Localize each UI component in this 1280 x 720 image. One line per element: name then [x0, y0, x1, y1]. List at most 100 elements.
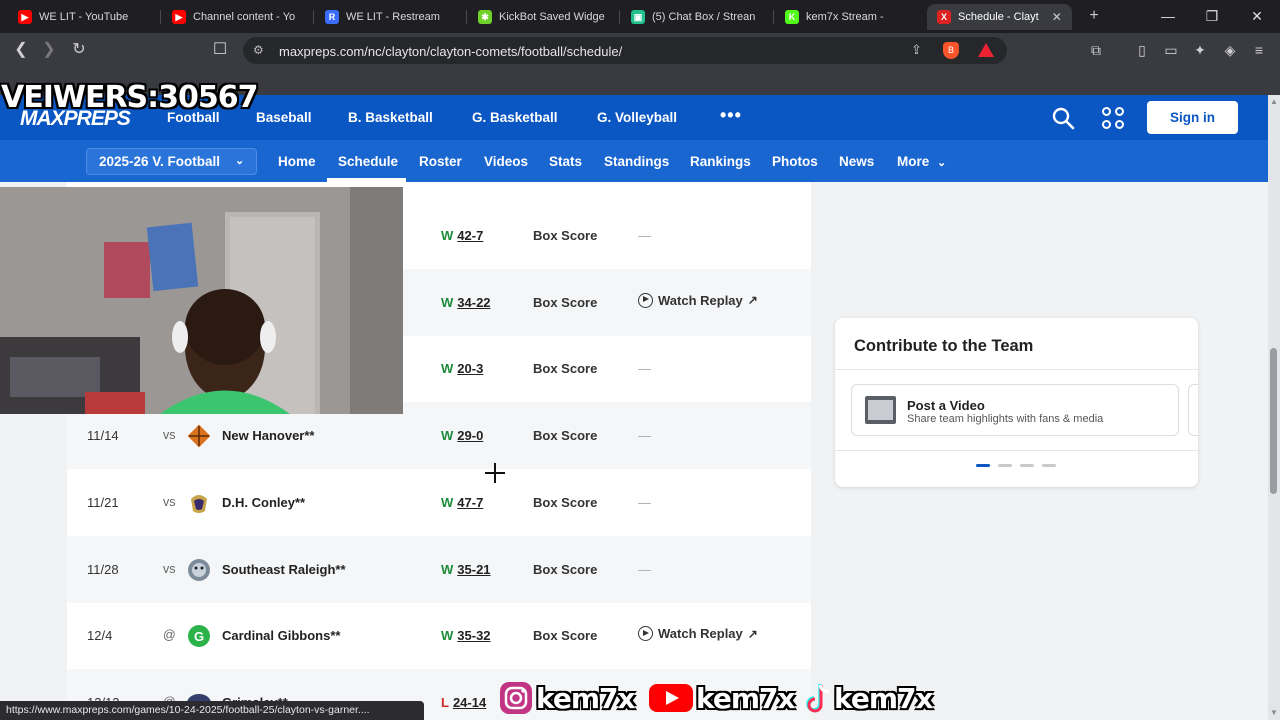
carousel-dot[interactable] — [1042, 464, 1056, 467]
kickbot-icon: ✱ — [478, 10, 492, 24]
scrollbar-thumb[interactable] — [1270, 348, 1277, 494]
browser-tab[interactable]: ▣ (5) Chat Box / Strean — [621, 4, 771, 30]
subnav-videos[interactable]: Videos — [484, 154, 528, 169]
subnav-schedule[interactable]: Schedule — [338, 154, 398, 169]
subnav-photos[interactable]: Photos — [772, 154, 818, 169]
opponent-logo-icon[interactable] — [185, 556, 213, 584]
box-score-link[interactable]: Box Score — [533, 562, 597, 577]
nav-baseball[interactable]: Baseball — [256, 110, 312, 125]
game-score-link[interactable]: 20-3 — [457, 361, 483, 376]
tab-title: kem7x Stream - — [806, 11, 884, 23]
next-option-card[interactable] — [1188, 384, 1198, 436]
tab-separator — [466, 10, 467, 24]
opponent-name[interactable]: New Hanover** — [222, 428, 314, 443]
video-thumbnail-icon — [865, 396, 896, 424]
game-score-link[interactable]: 24-14 — [453, 695, 486, 710]
win-loss-marker: W — [441, 494, 454, 510]
opponent-logo-icon[interactable]: G — [185, 622, 213, 650]
nav-girls-volleyball[interactable]: G. Volleyball — [597, 110, 677, 125]
watch-replay-link[interactable]: Watch Replay ↗ — [638, 626, 758, 642]
season-selector[interactable]: 2025-26 V. Football ⌄ — [86, 148, 257, 175]
subnav-standings[interactable]: Standings — [604, 154, 669, 169]
brave-shield-icon[interactable]: B — [943, 42, 959, 59]
address-bar[interactable]: ⚙ maxpreps.com/nc/clayton/clayton-comets… — [243, 37, 1007, 64]
home-away-indicator: vs — [163, 428, 176, 443]
screenshot-icon[interactable]: ⧉ — [1087, 41, 1105, 59]
sign-in-button[interactable]: Sign in — [1147, 101, 1238, 134]
apps-grid-icon[interactable] — [1102, 107, 1124, 129]
bookmark-icon[interactable]: ☐ — [209, 39, 231, 61]
subnav-home[interactable]: Home — [278, 154, 316, 169]
game-score-link[interactable]: 35-32 — [457, 628, 490, 643]
subnav-stats[interactable]: Stats — [549, 154, 582, 169]
vpn-icon[interactable]: ◈ — [1221, 41, 1239, 59]
site-info-icon[interactable]: ⚙ — [253, 43, 267, 57]
game-result[interactable]: W 35-32 — [441, 628, 491, 643]
scroll-down-arrow[interactable]: ▼ — [1269, 708, 1279, 718]
game-score-link[interactable]: 35-21 — [457, 562, 490, 577]
carousel-dot[interactable] — [1020, 464, 1034, 467]
close-tab-icon[interactable]: ✕ — [1052, 10, 1062, 24]
subnav-news[interactable]: News — [839, 154, 874, 169]
game-result[interactable]: L 24-14 — [441, 695, 486, 710]
subnav-roster[interactable]: Roster — [419, 154, 462, 169]
scroll-up-arrow[interactable]: ▲ — [1269, 97, 1279, 107]
game-result[interactable]: W 35-21 — [441, 562, 491, 577]
game-result[interactable]: W 20-3 — [441, 361, 483, 376]
opponent-name[interactable]: D.H. Conley** — [222, 495, 305, 510]
new-tab-button[interactable]: + — [1084, 6, 1104, 26]
subnav-more[interactable]: More ⌄ — [897, 154, 946, 169]
search-icon[interactable] — [1051, 106, 1075, 130]
sidebar-icon[interactable]: ▯ — [1133, 41, 1151, 59]
reload-button[interactable]: ↻ — [68, 39, 90, 61]
minimize-button[interactable]: — — [1154, 6, 1182, 26]
game-score-link[interactable]: 42-7 — [457, 228, 483, 243]
game-result[interactable]: W 47-7 — [441, 495, 483, 510]
opponent-name[interactable]: Southeast Raleigh** — [222, 562, 346, 577]
browser-tab[interactable]: ✱ KickBot Saved Widge — [468, 4, 618, 30]
nav-girls-basketball[interactable]: G. Basketball — [472, 110, 558, 125]
leo-ai-icon[interactable]: ✦ — [1191, 41, 1209, 59]
close-window-button[interactable]: ✕ — [1243, 6, 1271, 26]
back-button[interactable]: ❮ — [10, 39, 32, 61]
subnav-rankings[interactable]: Rankings — [690, 154, 751, 169]
game-date: 11/28 — [87, 561, 119, 577]
game-date: 11/14 — [87, 428, 119, 444]
nav-boys-basketball[interactable]: B. Basketball — [348, 110, 433, 125]
viewer-count-overlay: VEIWERS:30567 — [1, 80, 259, 115]
forward-button[interactable]: ❯ — [38, 39, 60, 61]
game-score-link[interactable]: 47-7 — [457, 495, 483, 510]
more-sports-button[interactable]: ••• — [720, 105, 742, 126]
wallet-icon[interactable]: ▭ — [1162, 41, 1180, 59]
brave-rewards-icon[interactable] — [978, 43, 994, 57]
box-score-link[interactable]: Box Score — [533, 628, 597, 643]
browser-tab[interactable]: R WE LIT - Restream — [315, 4, 465, 30]
opponent-name[interactable]: Cardinal Gibbons** — [222, 628, 340, 643]
box-score-link[interactable]: Box Score — [533, 295, 597, 310]
browser-tab[interactable]: ▶ WE LIT - YouTube — [8, 4, 158, 30]
carousel-dot[interactable] — [976, 464, 990, 467]
menu-icon[interactable]: ≡ — [1250, 41, 1268, 59]
browser-tab-strip: + — ❐ ✕ ▶ WE LIT - YouTube ▶ Channel conten… — [0, 0, 1280, 33]
box-score-link[interactable]: Box Score — [533, 495, 597, 510]
game-result[interactable]: W 29-0 — [441, 428, 483, 443]
box-score-link[interactable]: Box Score — [533, 428, 597, 443]
post-video-option[interactable]: Post a Video Share team highlights with … — [851, 384, 1179, 436]
box-score-link[interactable]: Box Score — [533, 361, 597, 376]
opponent-logo-icon[interactable] — [185, 422, 213, 450]
game-score-link[interactable]: 34-22 — [457, 295, 490, 310]
opponent-logo-icon[interactable] — [185, 489, 213, 517]
box-score-link[interactable]: Box Score — [533, 228, 597, 243]
browser-tab[interactable]: ▶ Channel content - Yo — [162, 4, 312, 30]
game-result[interactable]: W 42-7 — [441, 228, 483, 243]
watch-replay-link[interactable]: Watch Replay ↗ — [638, 292, 758, 308]
game-result[interactable]: W 34-22 — [441, 295, 491, 310]
carousel-dot[interactable] — [998, 464, 1012, 467]
contribute-card: Contribute to the Team Post a Video Shar… — [835, 318, 1198, 487]
game-score-link[interactable]: 29-0 — [457, 428, 483, 443]
share-icon[interactable]: ⇪ — [911, 42, 922, 58]
browser-tab[interactable]: Kkem7x Stream - — [775, 4, 923, 30]
browser-tab[interactable]: X Schedule - Clayt ✕ — [927, 4, 1072, 30]
restore-button[interactable]: ❐ — [1198, 6, 1226, 26]
tab-title: Channel content - Yo — [193, 11, 296, 23]
